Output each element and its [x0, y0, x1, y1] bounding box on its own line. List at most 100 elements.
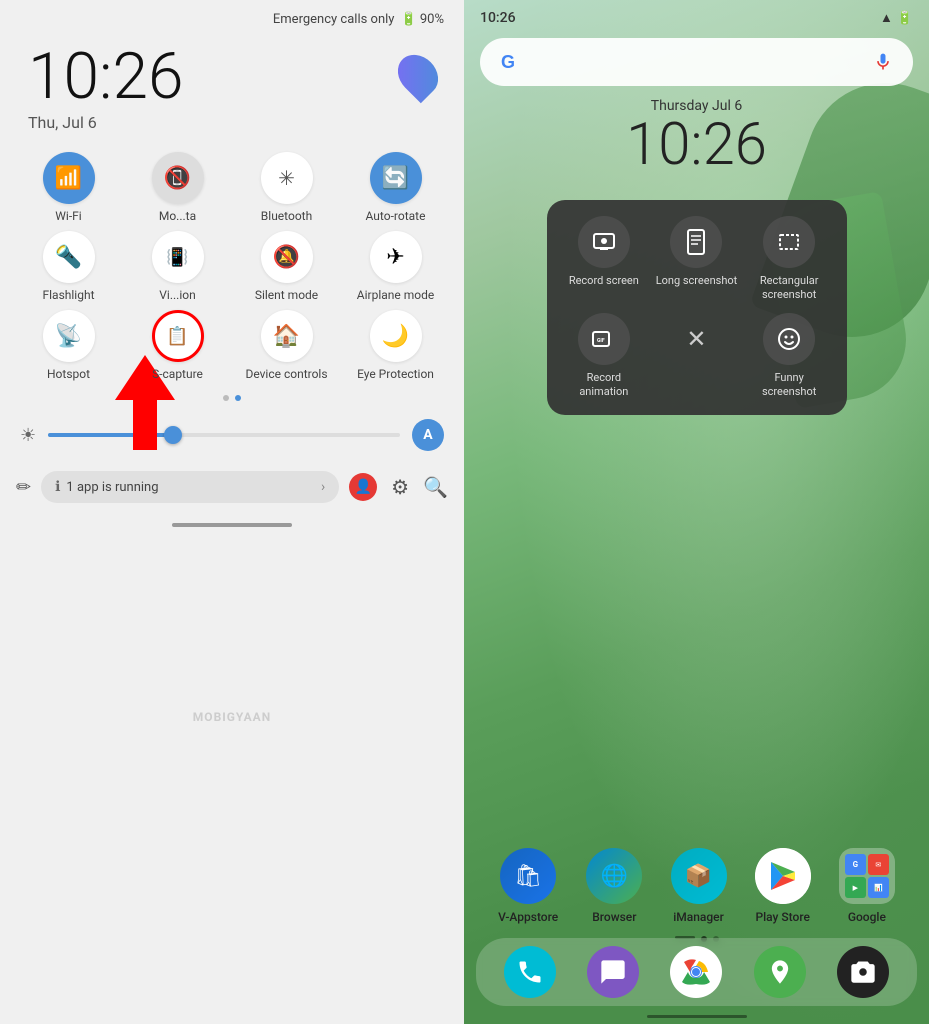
tile-bluetooth[interactable]: ✳ Bluetooth — [238, 152, 335, 223]
folder-mini-m: ✉ — [868, 854, 889, 875]
info-icon: ℹ — [55, 479, 60, 495]
rectangular-screenshot-label: Rectangular screenshot — [748, 274, 831, 303]
silent-mode-icon[interactable]: 🔕 — [261, 231, 313, 283]
dot-1 — [223, 395, 229, 401]
airplane-label: Airplane mode — [357, 288, 434, 302]
google-folder-icon[interactable]: G ✉ ▶ 📊 — [839, 848, 895, 904]
menu-record-screen[interactable]: Record screen — [563, 216, 646, 303]
google-g-icon: G — [496, 50, 520, 74]
airplane-icon[interactable]: ✈ — [370, 231, 422, 283]
vibration-label: Vi...ion — [159, 288, 195, 302]
hotspot-icon[interactable]: 📡 — [43, 310, 95, 362]
device-controls-icon[interactable]: 🏠 — [261, 310, 313, 362]
dot-2 — [235, 395, 241, 401]
browser-icon[interactable]: 🌐 — [586, 848, 642, 904]
menu-rectangular-screenshot[interactable]: Rectangular screenshot — [748, 216, 831, 303]
dock — [476, 938, 917, 1006]
funny-screenshot-icon[interactable] — [763, 313, 815, 365]
tile-vibration[interactable]: 📳 Vi...ion — [129, 231, 226, 302]
quick-tiles-row1: 📶 Wi-Fi 📵 Mo...ta ✳ Bluetooth 🔄 Auto-rot… — [0, 136, 464, 231]
tile-silent-mode[interactable]: 🔕 Silent mode — [238, 231, 335, 302]
home-screen: 10:26 ▲ 🔋 G Thursday Jul 6 10:26 — [464, 0, 929, 1024]
tile-airplane[interactable]: ✈ Airplane mode — [347, 231, 444, 302]
app-google-folder[interactable]: G ✉ ▶ 📊 Google — [839, 848, 895, 924]
dock-phone[interactable] — [504, 946, 556, 998]
fluent-brand-icon — [390, 47, 447, 104]
close-icon[interactable]: ✕ — [670, 313, 722, 365]
play-store-label: Play Store — [755, 910, 809, 924]
browser-label: Browser — [592, 910, 636, 924]
edit-icon[interactable]: ✏ — [16, 477, 31, 498]
time-display: 10:26 — [28, 45, 183, 109]
dock-camera[interactable] — [837, 946, 889, 998]
brightness-slider[interactable] — [48, 433, 400, 437]
menu-long-screenshot[interactable]: Long screenshot — [655, 216, 738, 303]
chevron-icon: › — [321, 479, 325, 495]
s-capture-icon[interactable]: 📋 — [152, 310, 204, 362]
clock-right: 10:26 — [464, 114, 929, 178]
tile-device-controls[interactable]: 🏠 Device controls — [238, 310, 335, 381]
status-icons-right: ▲ 🔋 — [880, 10, 913, 26]
running-app-pill[interactable]: ℹ 1 app is running › — [41, 471, 339, 503]
vibration-icon[interactable]: 📳 — [152, 231, 204, 283]
settings-icon[interactable]: ⚙ — [391, 475, 409, 499]
long-screenshot-label: Long screenshot — [656, 274, 738, 288]
watermark: MOBIGYAAN — [193, 710, 271, 724]
v-appstore-label: V-Appstore — [498, 910, 558, 924]
user-icon[interactable]: 👤 — [349, 473, 377, 501]
home-indicator-right — [647, 1015, 747, 1018]
svg-text:GIF: GIF — [597, 338, 605, 344]
dock-chrome[interactable] — [670, 946, 722, 998]
date-display: Thu, Jul 6 — [28, 113, 183, 132]
tile-eye-protection[interactable]: 🌙 Eye Protection — [347, 310, 444, 381]
tile-auto-rotate[interactable]: 🔄 Auto-rotate — [347, 152, 444, 223]
signal-icon: ▲ — [880, 10, 893, 26]
app-v-appstore[interactable]: 🛍 V-Appstore — [498, 848, 558, 924]
tile-flashlight[interactable]: 🔦 Flashlight — [20, 231, 117, 302]
quick-tiles-row2: 🔦 Flashlight 📳 Vi...ion 🔕 Silent mode ✈ … — [0, 231, 464, 310]
avatar-circle[interactable]: A — [412, 419, 444, 451]
dock-maps[interactable] — [754, 946, 806, 998]
search-icon[interactable]: 🔍 — [423, 475, 448, 499]
search-bar[interactable]: G — [480, 38, 913, 86]
record-screen-label: Record screen — [569, 274, 639, 288]
flashlight-label: Flashlight — [43, 288, 95, 302]
record-animation-icon[interactable]: GIF — [578, 313, 630, 365]
bottom-icons: 👤 ⚙ 🔍 — [349, 473, 448, 501]
quick-tiles-row3: 📡 Hotspot 📋 S-capture 🏠 Device controls … — [0, 310, 464, 389]
bluetooth-icon[interactable]: ✳ — [261, 152, 313, 204]
imanager-icon[interactable]: 📦 — [671, 848, 727, 904]
time-right: 10:26 — [480, 10, 516, 26]
v-appstore-icon[interactable]: 🛍 — [500, 848, 556, 904]
menu-close[interactable]: ✕ — [655, 313, 738, 400]
funny-screenshot-label: Funny screenshot — [748, 371, 831, 400]
eye-protection-label: Eye Protection — [357, 367, 434, 381]
mobile-data-label: Mo...ta — [159, 209, 196, 223]
tile-mobile-data[interactable]: 📵 Mo...ta — [129, 152, 226, 223]
mobile-data-icon[interactable]: 📵 — [152, 152, 204, 204]
menu-record-animation[interactable]: GIF Record animation — [563, 313, 646, 400]
battery-indicator: 🔋 90% — [400, 12, 444, 27]
rectangular-screenshot-icon[interactable] — [763, 216, 815, 268]
play-store-icon[interactable] — [755, 848, 811, 904]
tile-s-capture[interactable]: 📋 S-capture — [129, 310, 226, 381]
dock-messages[interactable] — [587, 946, 639, 998]
auto-rotate-icon[interactable]: 🔄 — [370, 152, 422, 204]
app-play-store[interactable]: Play Store — [755, 848, 811, 924]
menu-funny-screenshot[interactable]: Funny screenshot — [748, 313, 831, 400]
tile-hotspot[interactable]: 📡 Hotspot — [20, 310, 117, 381]
eye-protection-icon[interactable]: 🌙 — [370, 310, 422, 362]
tile-wifi[interactable]: 📶 Wi-Fi — [20, 152, 117, 223]
record-screen-icon[interactable] — [578, 216, 630, 268]
wifi-label: Wi-Fi — [55, 209, 81, 223]
brightness-icon: ☀ — [20, 425, 36, 446]
app-imanager[interactable]: 📦 iManager — [671, 848, 727, 924]
app-browser[interactable]: 🌐 Browser — [586, 848, 642, 924]
flashlight-icon[interactable]: 🔦 — [43, 231, 95, 283]
long-screenshot-icon[interactable] — [670, 216, 722, 268]
wifi-icon[interactable]: 📶 — [43, 152, 95, 204]
google-folder-label: Google — [848, 910, 886, 924]
microphone-icon[interactable] — [869, 48, 897, 76]
bluetooth-label: Bluetooth — [261, 209, 312, 223]
imanager-label: iManager — [673, 910, 724, 924]
